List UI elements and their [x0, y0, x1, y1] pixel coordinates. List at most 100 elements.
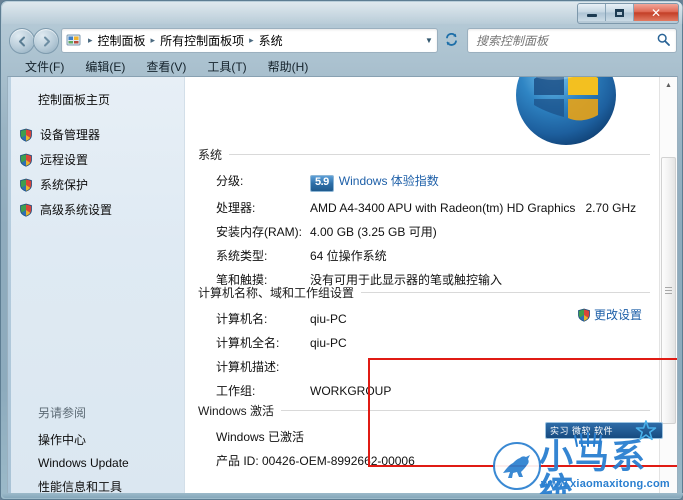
sidebar-item-label: 系统保护 — [40, 178, 89, 192]
system-properties-window: ✕ ▼ — [0, 0, 683, 500]
breadcrumb-item-0[interactable]: 控制面板 — [95, 31, 149, 50]
change-settings-link[interactable]: 更改设置 — [577, 306, 642, 323]
breadcrumb: ▸ 控制面板 ▸ 所有控制面板项 ▸ 系统 — [86, 31, 421, 50]
menu-item-help[interactable]: 帮助(H) — [266, 57, 311, 76]
menu-item-file[interactable]: 文件(F) — [23, 57, 66, 76]
window-bottom-frame — [2, 493, 683, 498]
full-computer-name-value: qiu-PC — [310, 336, 347, 350]
windows-logo — [514, 77, 618, 147]
menu-item-tools[interactable]: 工具(T) — [205, 57, 248, 76]
search-box[interactable] — [467, 28, 677, 53]
computer-description-row: 计算机描述: — [198, 358, 650, 375]
product-id-row: 产品 ID: 00426-OEM-8992662-00006 — [198, 452, 650, 469]
sidebar-item-label: 设备管理器 — [40, 128, 101, 142]
full-computer-name-label: 计算机全名: — [216, 336, 280, 350]
maximize-button[interactable] — [606, 4, 634, 21]
system-type-value: 64 位操作系统 — [310, 248, 387, 263]
section-divider — [229, 154, 650, 155]
memory-row: 安装内存(RAM): 4.00 GB (3.25 GB 可用) — [198, 223, 650, 240]
breadcrumb-separator: ▸ — [88, 35, 93, 45]
search-icon[interactable] — [657, 33, 670, 49]
section-divider — [361, 292, 650, 293]
computer-description-label: 计算机描述: — [216, 360, 280, 374]
scrollbar-grip-icon — [665, 287, 672, 294]
change-settings-label: 更改设置 — [593, 308, 642, 322]
memory-label: 安装内存(RAM): — [216, 224, 302, 239]
scroll-up-button[interactable]: ▲ — [660, 77, 677, 94]
activation-section-title: Windows 激活 — [198, 402, 650, 419]
title-bar: ✕ — [1, 1, 683, 24]
product-id: 产品 ID: 00426-OEM-8992662-00006 — [216, 454, 415, 468]
refresh-icon — [446, 32, 457, 46]
activation-section-title-text: Windows 激活 — [198, 404, 275, 418]
breadcrumb-item-2[interactable]: 系统 — [256, 31, 286, 50]
breadcrumb-item-1[interactable]: 所有控制面板项 — [157, 31, 247, 50]
rating-row: 分级: 5.9 Windows 体验指数 — [198, 172, 650, 192]
shield-icon — [19, 178, 33, 192]
sidebar-item-label: 高级系统设置 — [40, 203, 113, 217]
computer-name-label: 计算机名: — [216, 312, 268, 326]
sidebar-item-windows-update[interactable]: Windows Update — [8, 452, 184, 474]
system-section: 系统 分级: 5.9 Windows 体验指数 处理器: AMD A4-3400 … — [198, 146, 650, 295]
vertical-scrollbar[interactable]: ▲ — [659, 77, 677, 494]
menu-item-edit[interactable]: 编辑(E) — [83, 57, 127, 76]
sidebar-item-advanced-system-settings[interactable]: 高级系统设置 — [8, 197, 184, 222]
back-arrow-icon — [18, 36, 25, 46]
system-section-title-text: 系统 — [198, 148, 223, 162]
close-button[interactable]: ✕ — [634, 4, 678, 21]
computer-name-section-title: 计算机名称、域和工作组设置 — [198, 284, 650, 301]
breadcrumb-separator: ▸ — [249, 35, 254, 45]
windows-experience-index-link[interactable]: Windows 体验指数 — [339, 174, 439, 188]
processor-label: 处理器: — [216, 200, 256, 215]
content-pane: 系统 分级: 5.9 Windows 体验指数 处理器: AMD A4-3400 … — [185, 77, 677, 494]
client-area: 控制面板主页 设备管理器 远程设置 系统保护 高级系统设置 另请参阅 操作中心 … — [7, 76, 678, 495]
rating-label: 分级: — [216, 174, 244, 188]
computer-name-section-title-text: 计算机名称、域和工作组设置 — [198, 286, 355, 300]
sidebar-item-label: 远程设置 — [40, 153, 89, 167]
forward-arrow-icon — [43, 36, 50, 46]
navigation-bar: ▼ ▸ 控制面板 ▸ 所有控制面板项 ▸ 系统 ▼ — [1, 23, 683, 57]
processor-value: AMD A4-3400 APU with Radeon(tm) HD Graph… — [310, 200, 637, 215]
sidebar-item-remote-settings[interactable]: 远程设置 — [8, 147, 184, 172]
sidebar-item-device-manager[interactable]: 设备管理器 — [8, 122, 184, 147]
sidebar-item-system-protection[interactable]: 系统保护 — [8, 172, 184, 197]
address-bar[interactable]: ▸ 控制面板 ▸ 所有控制面板项 ▸ 系统 ▼ — [61, 28, 438, 53]
menu-item-view[interactable]: 查看(V) — [144, 57, 188, 76]
maximize-icon — [615, 8, 624, 17]
forward-button[interactable] — [33, 28, 59, 54]
see-also-group: 另请参阅 操作中心 Windows Update 性能信息和工具 — [8, 402, 184, 494]
activation-status: Windows 已激活 — [216, 430, 305, 444]
system-type-row: 系统类型: 64 位操作系统 — [198, 247, 650, 264]
refresh-button[interactable] — [441, 29, 462, 50]
window-controls: ✕ — [577, 3, 679, 24]
address-dropdown-icon[interactable]: ▼ — [421, 36, 437, 45]
system-section-title: 系统 — [198, 146, 650, 163]
minimize-icon — [586, 14, 597, 17]
search-input[interactable] — [474, 32, 657, 49]
sidebar-item-performance-info[interactable]: 性能信息和工具 — [8, 474, 184, 494]
rating-value: 5.9 Windows 体验指数 — [310, 172, 650, 192]
see-also-title: 另请参阅 — [38, 406, 87, 420]
scrollbar-thumb[interactable] — [661, 157, 676, 424]
shield-icon — [19, 203, 33, 217]
back-button[interactable] — [9, 28, 35, 54]
processor-row: 处理器: AMD A4-3400 APU with Radeon(tm) HD … — [198, 199, 650, 216]
menu-bar: 文件(F) 编辑(E) 查看(V) 工具(T) 帮助(H) — [1, 57, 683, 76]
sidebar: 控制面板主页 设备管理器 远程设置 系统保护 高级系统设置 另请参阅 操作中心 … — [8, 77, 185, 494]
sidebar-item-control-panel-home[interactable]: 控制面板主页 — [8, 88, 184, 111]
activation-section: Windows 激活 Windows 已激活 产品 ID: 00426-OEM-… — [198, 402, 650, 476]
workgroup-label: 工作组: — [216, 384, 256, 398]
minimize-button[interactable] — [578, 4, 606, 21]
breadcrumb-separator: ▸ — [150, 35, 156, 45]
full-computer-name-row: 计算机全名: qiu-PC — [198, 334, 650, 351]
shield-icon — [19, 128, 33, 142]
close-icon: ✕ — [650, 5, 662, 20]
workgroup-row: 工作组: WORKGROUP — [198, 382, 650, 399]
control-panel-icon — [66, 33, 82, 48]
rating-score-badge: 5.9 — [310, 175, 334, 192]
activation-status-row: Windows 已激活 — [198, 428, 650, 445]
section-divider — [281, 410, 650, 411]
sidebar-item-action-center[interactable]: 操作中心 — [8, 427, 184, 452]
computer-name-section: 计算机名称、域和工作组设置 计算机名: qiu-PC 计算机全名: qiu-PC… — [198, 284, 650, 406]
shield-icon — [19, 153, 33, 167]
